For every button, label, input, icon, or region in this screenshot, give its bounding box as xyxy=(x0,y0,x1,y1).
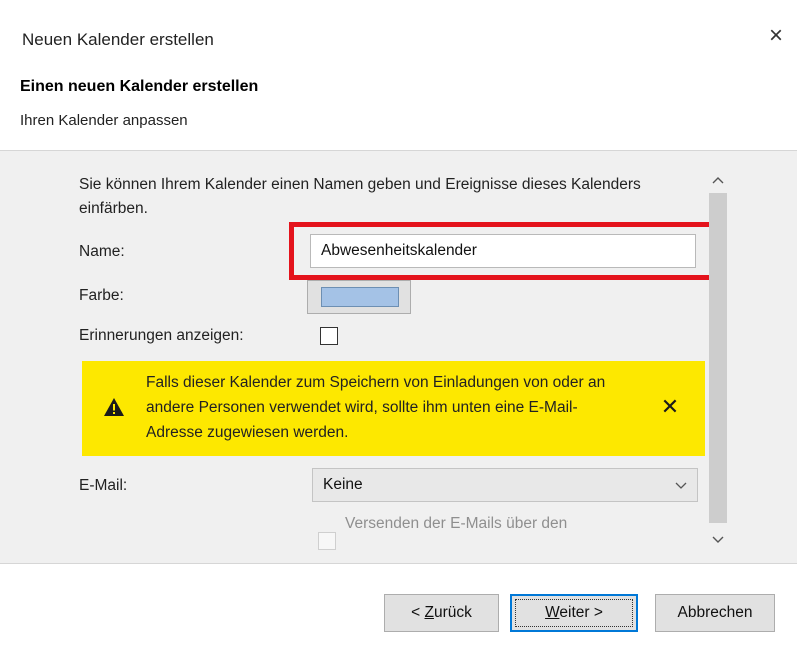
close-button[interactable]: × xyxy=(762,22,790,50)
name-label: Name: xyxy=(79,243,125,260)
send-email-checkbox[interactable] xyxy=(318,532,336,550)
scroll-down-icon[interactable] xyxy=(712,533,724,545)
reminders-checkbox[interactable] xyxy=(320,327,338,345)
back-button[interactable]: < Zurück xyxy=(384,594,499,632)
back-button-rest: urück xyxy=(433,604,472,621)
title-bar: Neuen Kalender erstellen × xyxy=(0,0,797,70)
warning-text: Falls dieser Kalender zum Speichern von … xyxy=(146,374,606,441)
color-picker-button[interactable] xyxy=(307,280,411,314)
email-select[interactable]: Keine xyxy=(312,468,698,502)
wizard-header: Einen neuen Kalender erstellen Ihren Kal… xyxy=(0,70,797,151)
warning-close-button[interactable]: ✕ xyxy=(658,395,682,419)
next-button[interactable]: Weiter > xyxy=(510,594,638,632)
page-title: Einen neuen Kalender erstellen xyxy=(20,78,259,95)
warning-banner: Falls dieser Kalender zum Speichern von … xyxy=(82,361,705,456)
color-swatch xyxy=(321,287,399,307)
scroll-up-icon[interactable] xyxy=(712,175,724,187)
focus-ring xyxy=(515,599,633,627)
color-label: Farbe: xyxy=(79,287,124,304)
warning-icon xyxy=(104,398,124,416)
back-button-accel: Z xyxy=(424,604,434,621)
reminders-label: Erinnerungen anzeigen: xyxy=(79,327,244,344)
back-button-prefix: < xyxy=(411,604,425,621)
scrollbar[interactable] xyxy=(705,163,731,553)
scrollbar-thumb[interactable] xyxy=(709,193,727,523)
page-subtitle: Ihren Kalender anpassen xyxy=(20,112,188,129)
send-email-label: Versenden der E-Mails über den xyxy=(345,515,568,532)
name-input[interactable] xyxy=(310,234,696,268)
chevron-down-icon xyxy=(675,482,687,489)
window-title: Neuen Kalender erstellen xyxy=(22,30,214,49)
email-label: E-Mail: xyxy=(79,477,128,494)
button-bar: < Zurück Weiter > Abbrechen xyxy=(0,564,797,652)
cancel-button[interactable]: Abbrechen xyxy=(655,594,775,632)
email-select-value: Keine xyxy=(323,476,363,493)
intro-text: Sie können Ihrem Kalender einen Namen ge… xyxy=(79,176,641,217)
